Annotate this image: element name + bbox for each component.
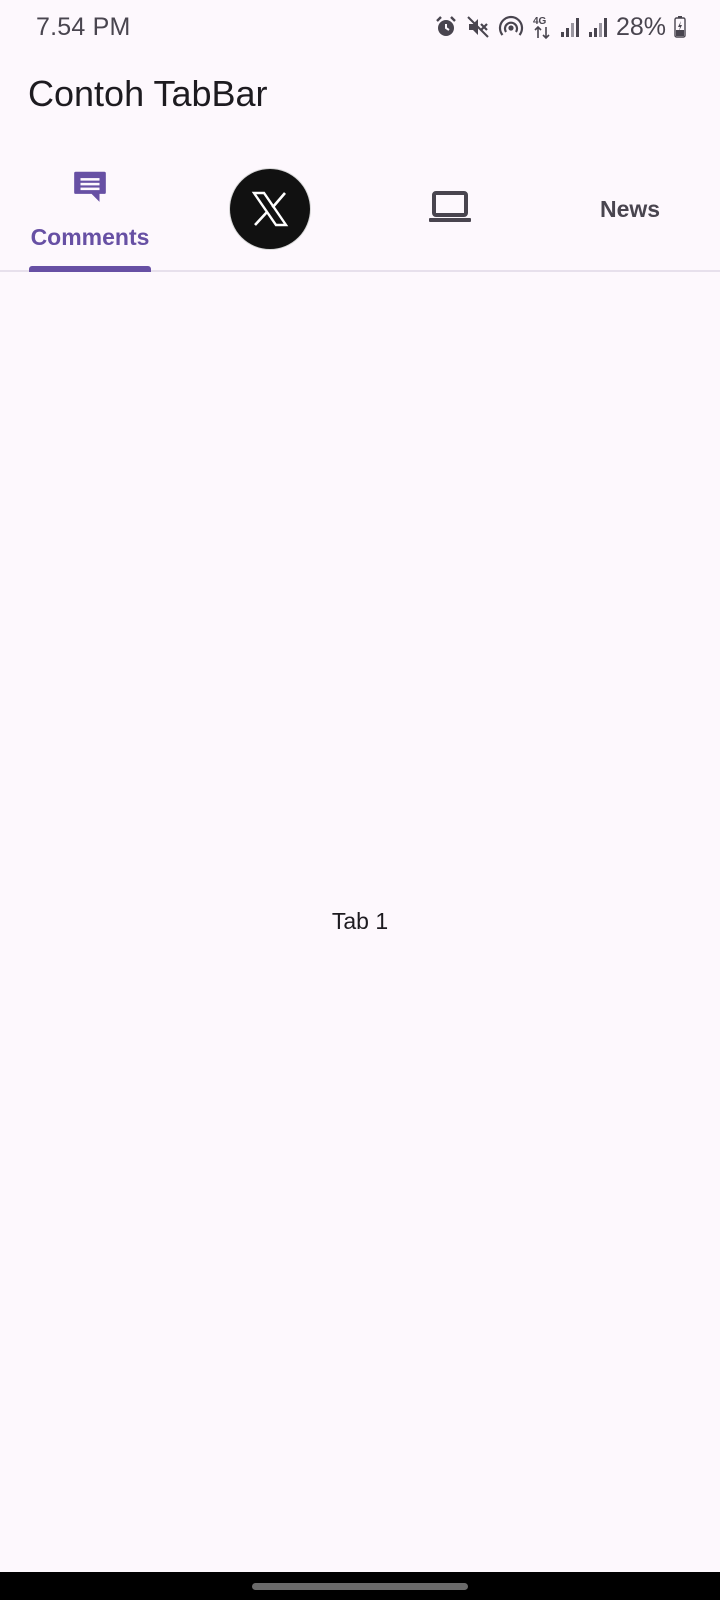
screen: 7.54 PM 4G 28% Contoh TabBar Comments Ne…	[0, 0, 720, 1600]
signal-icon	[560, 16, 580, 38]
status-icons: 4G 28%	[434, 13, 686, 42]
tab-label: Comments	[30, 224, 150, 250]
x-logo-icon	[230, 169, 310, 249]
home-handle[interactable]	[252, 1583, 468, 1590]
app-bar: Contoh TabBar	[0, 54, 720, 134]
page-title: Contoh TabBar	[28, 73, 268, 114]
svg-text:4G: 4G	[533, 16, 547, 27]
tab-content-text: Tab 1	[331, 908, 389, 934]
4g-icon: 4G	[532, 14, 552, 40]
system-nav-bar	[0, 1572, 720, 1600]
alarm-icon	[434, 15, 458, 39]
tab-content: Tab 1	[0, 272, 720, 1572]
status-time: 7.54 PM	[36, 12, 131, 41]
status-bar: 7.54 PM 4G 28%	[0, 0, 720, 54]
signal-icon	[588, 16, 608, 38]
comment-icon	[71, 167, 109, 210]
hotspot-icon	[498, 15, 524, 39]
battery-percent: 28%	[615, 12, 666, 41]
laptop-icon	[428, 190, 472, 229]
tab-bar: Comments News	[0, 148, 720, 272]
tab-x[interactable]	[180, 148, 360, 270]
tab-laptop[interactable]	[360, 148, 540, 270]
mute-icon	[466, 15, 490, 39]
battery-icon	[674, 16, 686, 38]
tab-news[interactable]: News	[540, 148, 720, 270]
tab-label: News	[599, 195, 661, 222]
tab-comments[interactable]: Comments	[0, 148, 180, 270]
